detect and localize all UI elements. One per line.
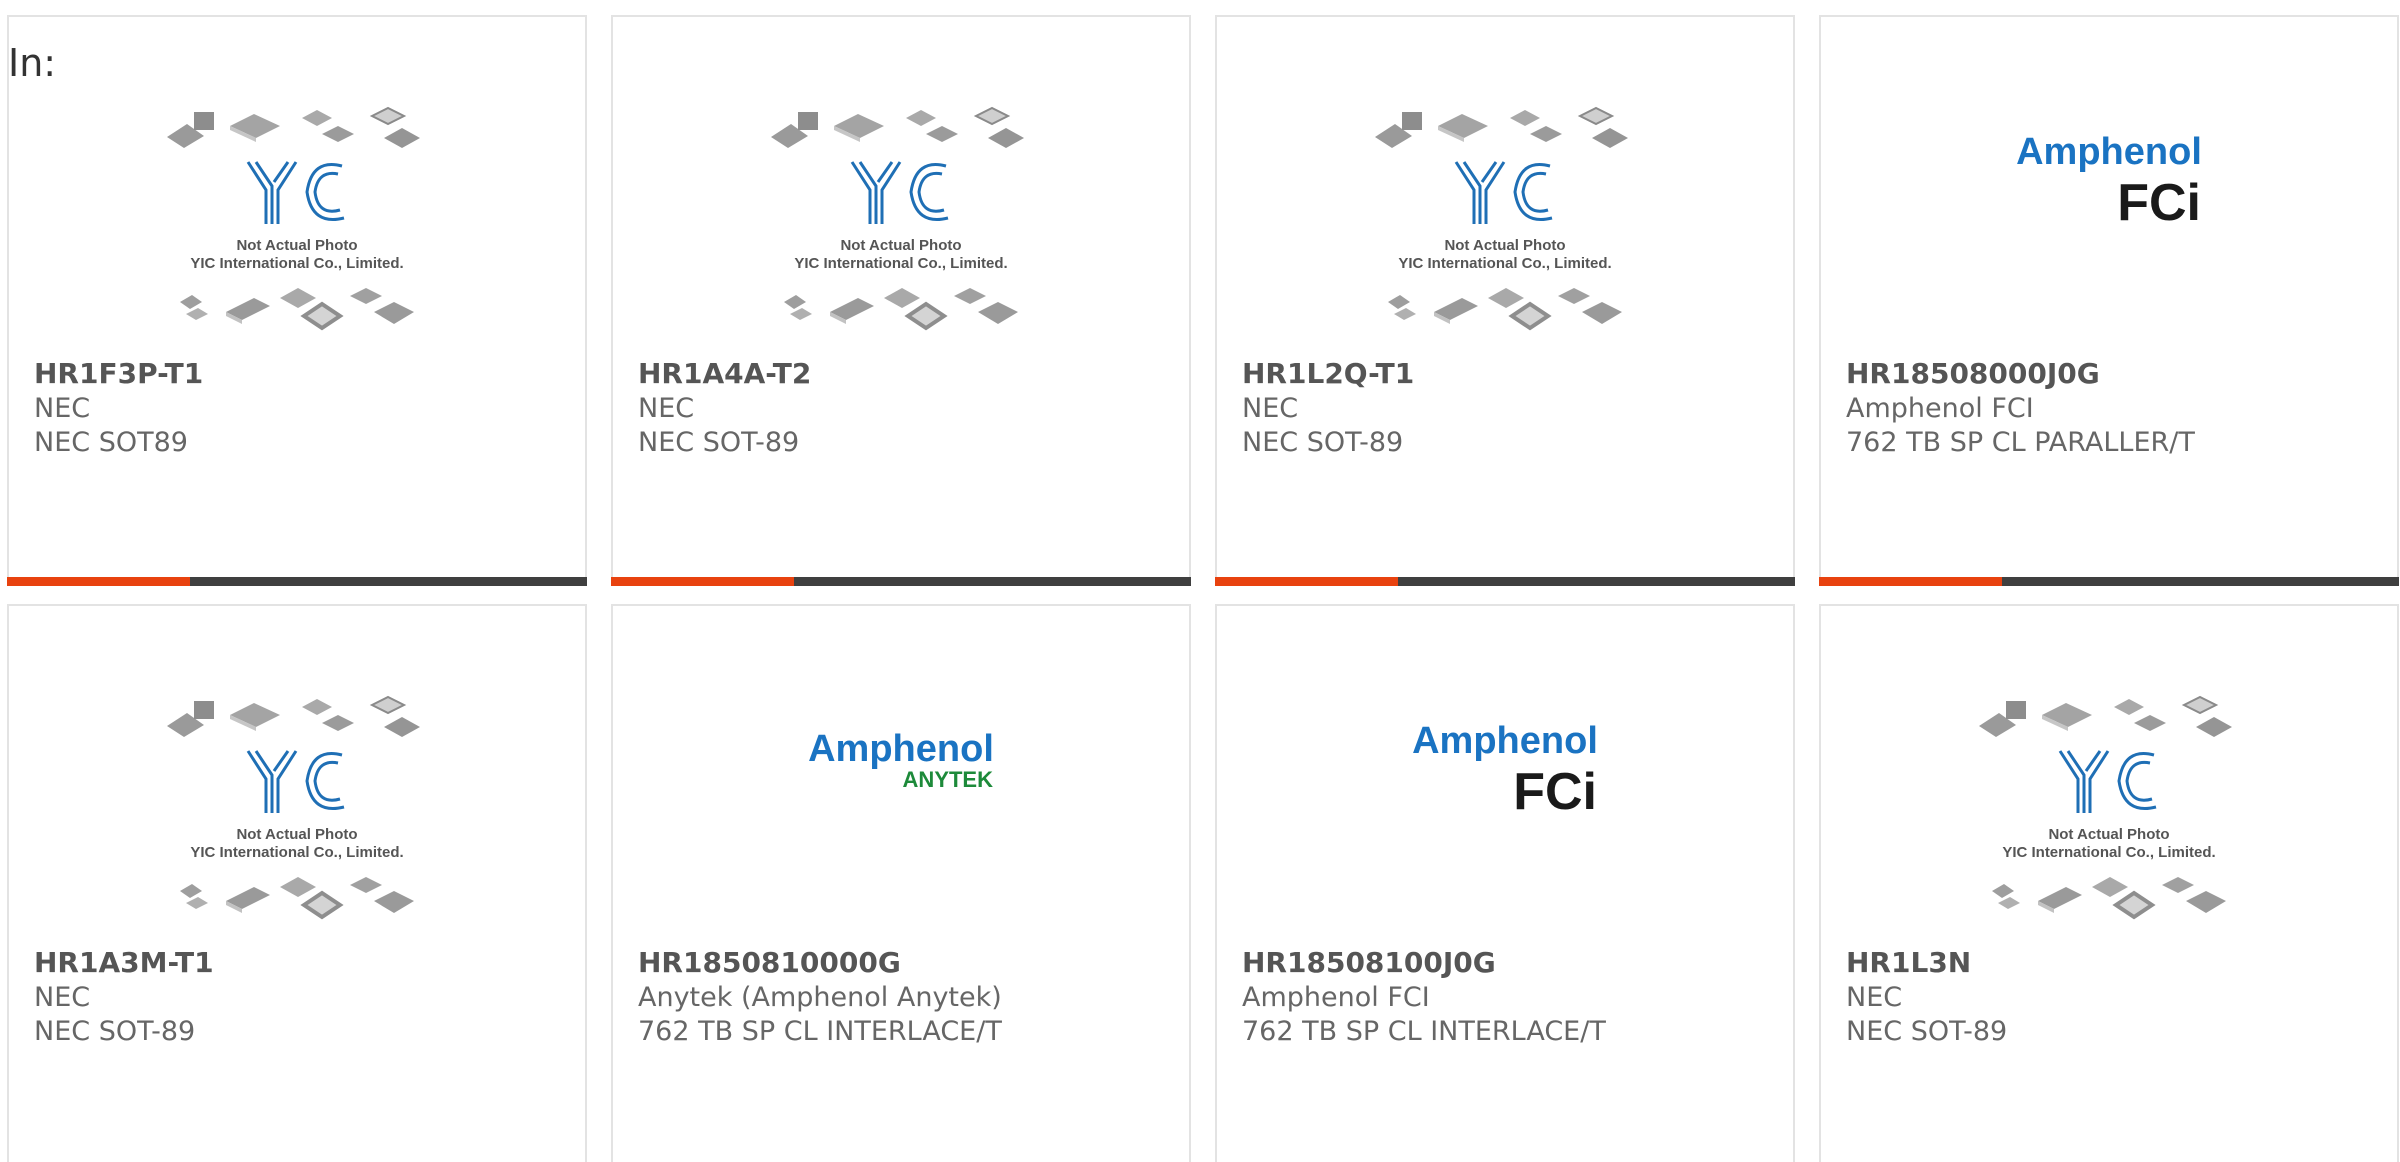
description: NEC SOT-89 (1242, 427, 1404, 458)
svg-text:Not Actual Photo: Not Actual Photo (2048, 826, 2169, 843)
yic-placeholder-image: Not Actual Photo YIC International Co., … (167, 106, 420, 331)
description: 762 TB SP CL PARALLER/T (1846, 427, 2195, 458)
part-number[interactable]: HR1A3M-T1 (34, 946, 214, 979)
svg-text:Not Actual Photo: Not Actual Photo (236, 826, 357, 843)
chip-icon (180, 288, 414, 331)
yic-placeholder-image: Not Actual Photo YIC International Co., … (771, 106, 1024, 331)
svg-text:FCi: FCi (1513, 763, 1597, 821)
svg-text:YIC International Co., Limited: YIC International Co., Limited. (2002, 844, 2215, 861)
amphenol-anytek-logo: Amphenol ANYTEK (808, 728, 994, 792)
product-grid-page: In: Not Actual Photo YIC International C… (0, 0, 2400, 1162)
yic-logo-icon (1454, 161, 1553, 224)
product-image-placeholder: Not Actual Photo YIC International Co., … (9, 102, 585, 352)
card-bar-accent (611, 577, 794, 586)
svg-text:ANYTEK: ANYTEK (903, 767, 994, 792)
svg-text:Not Actual Photo: Not Actual Photo (236, 237, 357, 254)
description: NEC SOT-89 (34, 1016, 196, 1047)
description: 762 TB SP CL INTERLACE/T (1242, 1016, 1606, 1047)
product-card[interactable]: Amphenol FCi HR18508000J0G Amphenol FCI … (1819, 15, 2399, 586)
svg-text:YIC International Co., Limited: YIC International Co., Limited. (190, 255, 403, 272)
part-number[interactable]: HR1L3N (1846, 946, 1971, 979)
part-number[interactable]: HR1850810000G (638, 946, 901, 979)
product-image-placeholder: Not Actual Photo YIC International Co., … (613, 102, 1189, 352)
card-hover-bar (611, 577, 1191, 586)
yic-logo-icon (246, 161, 345, 224)
product-card[interactable]: Not Actual Photo YIC International Co., … (1215, 15, 1795, 586)
manufacturer: NEC (34, 982, 91, 1013)
product-image-placeholder: Not Actual Photo YIC International Co., … (1217, 102, 1793, 352)
part-number[interactable]: HR18508000J0G (1846, 357, 2100, 390)
grid-label: In: (8, 41, 57, 85)
part-number[interactable]: HR1F3P-T1 (34, 357, 203, 390)
amphenol-fci-logo: Amphenol FCi (1412, 720, 1598, 821)
product-card[interactable]: Amphenol ANYTEK HR1850810000G Anytek (Am… (611, 604, 1191, 1162)
svg-text:Amphenol: Amphenol (2016, 131, 2202, 173)
chip-icon (1375, 106, 1628, 148)
manufacturer-logo: Amphenol FCi (1217, 691, 1793, 941)
product-card[interactable]: Amphenol FCi HR18508100J0G Amphenol FCI … (1215, 604, 1795, 1162)
part-number[interactable]: HR1L2Q-T1 (1242, 357, 1414, 390)
manufacturer: NEC (638, 393, 695, 424)
manufacturer-logo: Amphenol FCi (1821, 102, 2397, 352)
svg-text:Not Actual Photo: Not Actual Photo (840, 237, 961, 254)
yic-logo-icon (2058, 750, 2157, 813)
product-image-placeholder: Not Actual Photo YIC International Co., … (1821, 691, 2397, 941)
chip-icon (167, 695, 420, 737)
product-card[interactable]: Not Actual Photo YIC International Co., … (7, 604, 587, 1162)
yic-placeholder-image: Not Actual Photo YIC International Co., … (167, 695, 420, 920)
chip-icon (1388, 288, 1622, 331)
svg-text:YIC International Co., Limited: YIC International Co., Limited. (794, 255, 1007, 272)
part-number[interactable]: HR18508100J0G (1242, 946, 1496, 979)
product-card[interactable]: Not Actual Photo YIC International Co., … (611, 15, 1191, 586)
description: NEC SOT-89 (638, 427, 800, 458)
chip-icon (1979, 695, 2232, 737)
product-image-placeholder: Not Actual Photo YIC International Co., … (9, 691, 585, 941)
svg-text:Not Actual Photo: Not Actual Photo (1444, 237, 1565, 254)
description: NEC SOT-89 (1846, 1016, 2008, 1047)
manufacturer: Anytek (Amphenol Anytek) (638, 982, 1002, 1013)
yic-logo-icon (850, 161, 949, 224)
chip-icon (180, 877, 414, 920)
manufacturer-logo: Amphenol ANYTEK (613, 691, 1189, 941)
manufacturer: NEC (1846, 982, 1903, 1013)
card-bar-accent (1215, 577, 1398, 586)
svg-text:Amphenol: Amphenol (808, 728, 994, 770)
yic-placeholder-image: Not Actual Photo YIC International Co., … (1375, 106, 1628, 331)
description: 762 TB SP CL INTERLACE/T (638, 1016, 1002, 1047)
amphenol-fci-logo: Amphenol FCi (2016, 131, 2202, 232)
card-bar-accent (1819, 577, 2002, 586)
product-card[interactable]: Not Actual Photo YIC International Co., … (7, 15, 587, 586)
manufacturer: Amphenol FCI (1242, 982, 1430, 1013)
svg-text:YIC International Co., Limited: YIC International Co., Limited. (190, 844, 403, 861)
chip-icon (771, 106, 1024, 148)
card-hover-bar (1819, 577, 2399, 586)
manufacturer: NEC (1242, 393, 1299, 424)
card-hover-bar (7, 577, 587, 586)
chip-icon (1992, 877, 2226, 920)
svg-text:FCi: FCi (2117, 174, 2201, 232)
description: NEC SOT89 (34, 427, 188, 458)
chip-icon (167, 106, 420, 148)
svg-text:YIC International Co., Limited: YIC International Co., Limited. (1398, 255, 1611, 272)
card-hover-bar (1215, 577, 1795, 586)
product-card[interactable]: Not Actual Photo YIC International Co., … (1819, 604, 2399, 1162)
chip-icon (784, 288, 1018, 331)
svg-text:Amphenol: Amphenol (1412, 720, 1598, 762)
yic-logo-icon (246, 750, 345, 813)
yic-placeholder-image: Not Actual Photo YIC International Co., … (1979, 695, 2232, 920)
manufacturer: Amphenol FCI (1846, 393, 2034, 424)
part-number[interactable]: HR1A4A-T2 (638, 357, 811, 390)
manufacturer: NEC (34, 393, 91, 424)
card-bar-accent (7, 577, 190, 586)
